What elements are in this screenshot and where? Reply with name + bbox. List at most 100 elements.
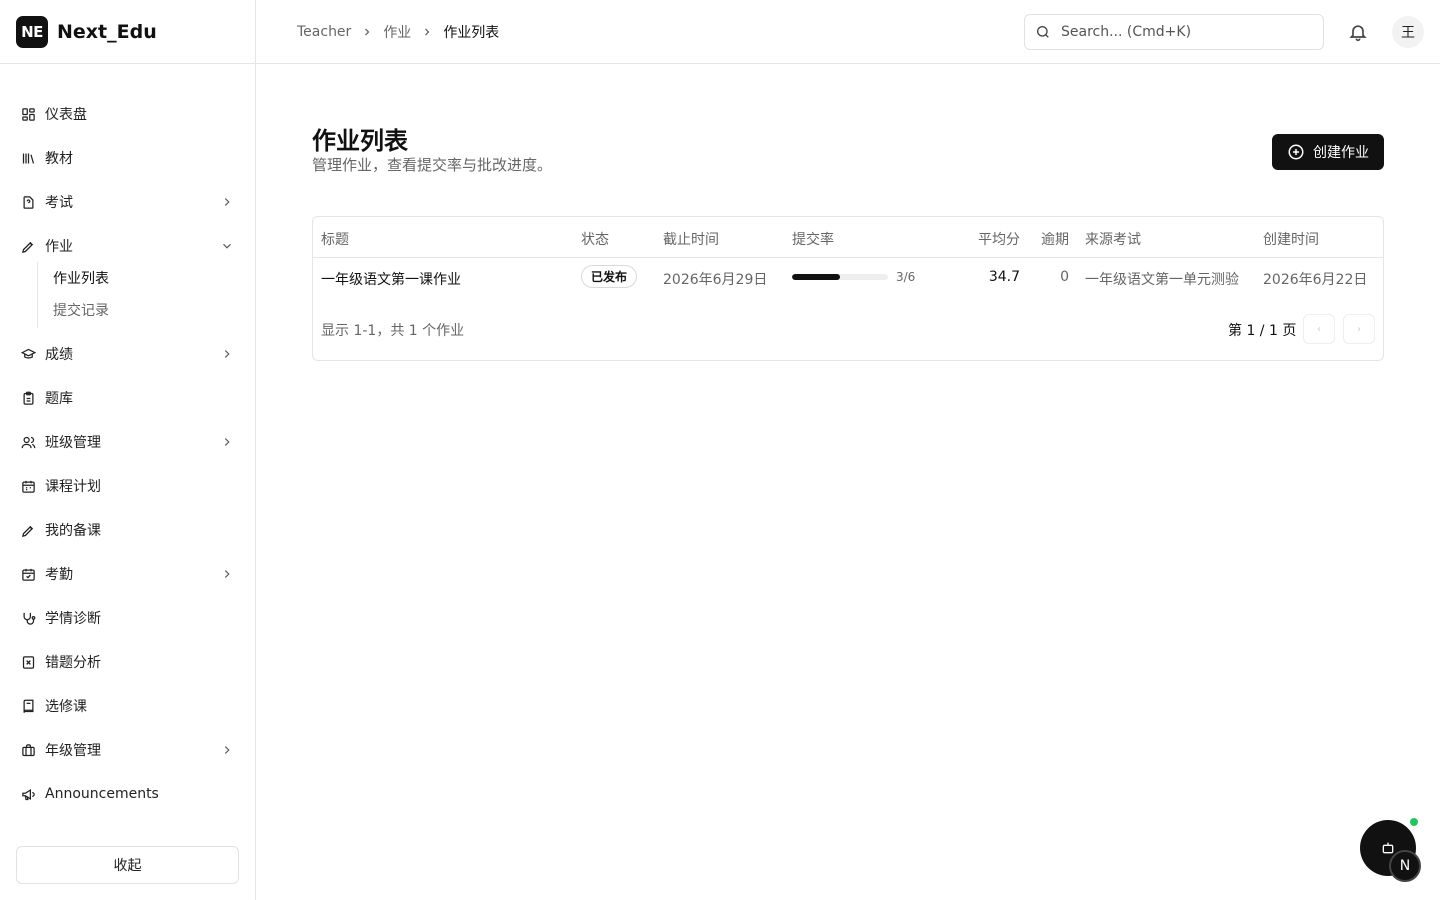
brand-name: Next_Edu (57, 20, 157, 43)
sidebar-item-label: 学情诊断 (45, 611, 101, 627)
sidebar-item-announcements[interactable]: Announcements (8, 772, 248, 816)
chevron-right-icon (220, 567, 234, 581)
clipboard-icon (20, 390, 36, 406)
x-square-icon (20, 654, 36, 670)
table-footer: 显示 1-1，共 1 个作业 第 1 / 1 页 ‹ › (313, 314, 1383, 344)
briefcase-icon (20, 742, 36, 758)
next-page-button[interactable]: › (1343, 314, 1375, 344)
create-homework-label: 创建作业 (1313, 145, 1369, 161)
chevron-right-icon (421, 26, 433, 38)
sidebar-item-label: 成绩 (45, 347, 73, 363)
graduation-cap-icon (20, 346, 36, 362)
column-header-submission-rate[interactable]: 提交率 (792, 229, 834, 249)
n-badge-button[interactable]: N (1389, 850, 1421, 882)
online-status-dot (1408, 816, 1420, 828)
submission-progress-fill (792, 274, 840, 280)
sidebar-item-label: 课程计划 (45, 479, 101, 495)
previous-page-button[interactable]: ‹ (1303, 314, 1335, 344)
plus-circle-icon (1287, 143, 1305, 161)
sidebar-item-label: 仪表盘 (45, 107, 87, 123)
sidebar-item-label: 我的备课 (45, 523, 101, 539)
table-header: 标题 状态 截止时间 提交率 平均分 逾期 来源考试 创建时间 (313, 217, 1383, 258)
sidebar-item-label: 考勤 (45, 567, 73, 583)
column-header-due[interactable]: 截止时间 (663, 229, 719, 249)
sidebar-item-exams[interactable]: 考试 (8, 180, 248, 224)
sidebar-item-label: 班级管理 (45, 435, 101, 451)
stethoscope-icon (20, 610, 36, 626)
exam-icon (20, 194, 36, 210)
sidebar-item-diagnosis[interactable]: 学情诊断 (8, 596, 248, 640)
pen-icon (20, 238, 36, 254)
row-title[interactable]: 一年级语文第一课作业 (321, 269, 461, 289)
sidebar-item-label: 考试 (45, 195, 73, 211)
sidebar-item-label: Announcements (45, 786, 159, 802)
chevron-right-icon (361, 26, 373, 38)
column-header-status[interactable]: 状态 (581, 229, 609, 249)
sidebar-item-lesson-prep[interactable]: 我的备课 (8, 508, 248, 552)
sidebar-item-electives[interactable]: 选修课 (8, 684, 248, 728)
sidebar-item-dashboard[interactable]: 仪表盘 (8, 92, 248, 136)
row-created-date: 2026年6月22日 (1263, 272, 1368, 288)
sidebar-item-label: 题库 (45, 391, 73, 407)
page-subtitle: 管理作业，查看提交率与批改进度。 (312, 156, 553, 174)
pagination-summary: 显示 1-1，共 1 个作业 (321, 323, 465, 339)
column-header-created[interactable]: 创建时间 (1263, 229, 1319, 249)
row-overdue: 0 (1060, 269, 1069, 285)
chevron-right-icon (220, 347, 234, 361)
sidebar-subitem-submissions[interactable]: 提交记录 (38, 294, 248, 326)
user-avatar[interactable]: 王 (1392, 16, 1424, 48)
sidebar-item-attendance[interactable]: 考勤 (8, 552, 248, 596)
row-source-exam: 一年级语文第一单元测验 (1085, 272, 1239, 288)
breadcrumb-item-current: 作业列表 (443, 25, 500, 41)
column-header-avg-score[interactable]: 平均分 (978, 229, 1020, 249)
search-box[interactable] (1024, 14, 1324, 50)
sidebar-item-grade-management[interactable]: 年级管理 (8, 728, 248, 772)
column-header-overdue[interactable]: 逾期 (1041, 229, 1069, 249)
sidebar-item-label: 错题分析 (45, 655, 101, 671)
collapse-sidebar-button[interactable]: 收起 (16, 846, 239, 884)
brand[interactable]: NE Next_Edu (0, 0, 255, 64)
pen-icon (20, 522, 36, 538)
search-icon (1035, 24, 1051, 40)
status-badge: 已发布 (581, 265, 638, 288)
sidebar-item-label: 年级管理 (45, 743, 101, 759)
row-due-date: 2026年6月29日 (663, 272, 768, 288)
sidebar-item-grades[interactable]: 成绩 (8, 332, 248, 376)
sidebar-item-mistake-analysis[interactable]: 错题分析 (8, 640, 248, 684)
column-header-source-exam[interactable]: 来源考试 (1085, 229, 1141, 249)
sidebar-item-textbooks[interactable]: 教材 (8, 136, 248, 180)
sidebar-subitem-homework-list[interactable]: 作业列表 (38, 262, 248, 294)
calendar-icon (20, 478, 36, 494)
chevron-right-icon (220, 743, 234, 757)
submission-progress-bar (792, 274, 888, 280)
page-title: 作业列表 (312, 127, 408, 155)
column-header-title[interactable]: 标题 (321, 229, 349, 249)
sidebar-item-label: 作业 (45, 239, 73, 255)
table-row[interactable]: 一年级语文第一课作业 已发布 2026年6月29日 3/6 34.7 0 一年级… (313, 258, 1383, 296)
top-header: Teacher 作业 作业列表 王 (256, 0, 1440, 64)
homework-subnav: 作业列表 提交记录 (37, 262, 248, 328)
library-icon (20, 150, 36, 166)
search-input[interactable] (1061, 24, 1301, 40)
sidebar-item-course-plan[interactable]: 课程计划 (8, 464, 248, 508)
sidebar-item-label: 选修课 (45, 699, 87, 715)
book-icon (20, 698, 36, 714)
page-indicator: 第 1 / 1 页 (1228, 323, 1297, 339)
sidebar: NE Next_Edu 仪表盘 教材 考试 作业 作业列表 提交记录 成绩 题库… (0, 0, 256, 900)
breadcrumb-item-teacher[interactable]: Teacher (297, 24, 351, 40)
users-icon (20, 434, 36, 450)
submission-count: 3/6 (896, 270, 916, 284)
breadcrumb-item-homework[interactable]: 作业 (383, 22, 411, 42)
sidebar-nav: 仪表盘 教材 考试 作业 作业列表 提交记录 成绩 题库 班级管理 课程计划 我… (8, 92, 248, 816)
breadcrumb: Teacher 作业 作业列表 (297, 0, 499, 64)
chevron-right-icon (220, 195, 234, 209)
chevron-down-icon (220, 239, 234, 253)
chevron-right-icon (220, 435, 234, 449)
sidebar-item-class-management[interactable]: 班级管理 (8, 420, 248, 464)
create-homework-button[interactable]: 创建作业 (1272, 134, 1384, 170)
brand-logo: NE (16, 15, 48, 48)
chevron-left-icon: ‹ (1317, 323, 1321, 335)
homework-table: 标题 状态 截止时间 提交率 平均分 逾期 来源考试 创建时间 一年级语文第一课… (312, 216, 1384, 361)
notification-bell-icon[interactable] (1346, 20, 1370, 44)
sidebar-item-question-bank[interactable]: 题库 (8, 376, 248, 420)
